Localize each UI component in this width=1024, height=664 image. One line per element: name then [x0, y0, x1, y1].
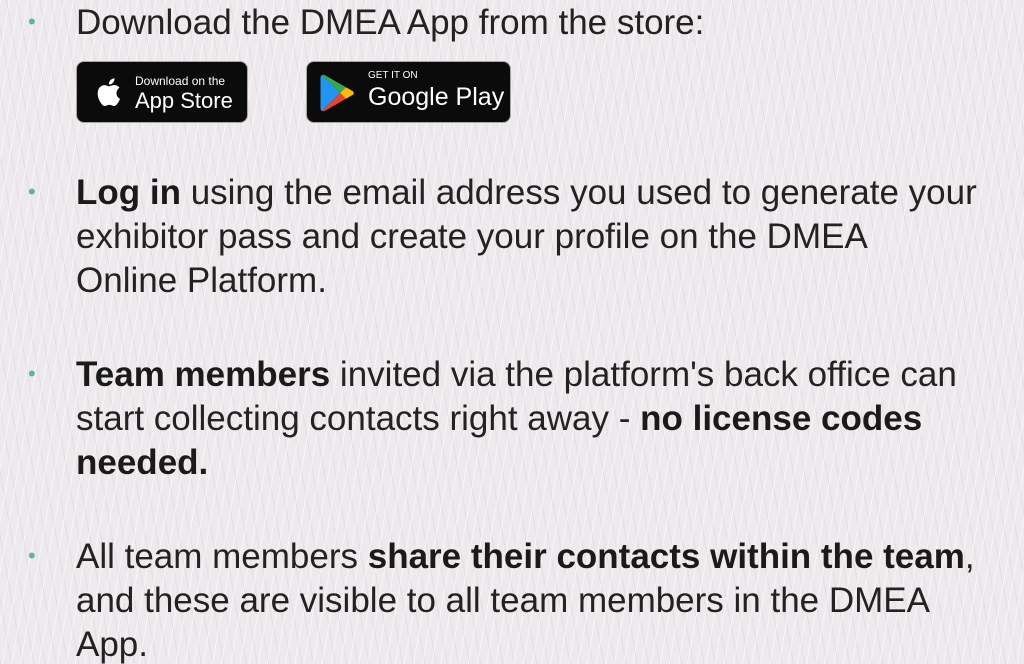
bullet-text-line-1: All team members share their contacts wi…	[76, 534, 1024, 579]
text-segment: All team members	[76, 537, 368, 576]
apple-logo-icon	[89, 72, 129, 117]
google-play-small-label: GET IT ON	[368, 70, 418, 81]
google-play-label: Google Play	[368, 83, 505, 111]
bullet-text-line-1: Team members invited via the platform's …	[76, 352, 1024, 397]
bullet-dot: •	[28, 543, 36, 568]
bold-no-license-codes: no license codes	[640, 399, 923, 438]
bold-needed: needed.	[76, 443, 209, 482]
bullet-dot: •	[28, 9, 36, 34]
bold-team-members: Team members	[76, 355, 331, 394]
text-segment: using the email address you used to gene…	[180, 173, 977, 212]
bullet-dot: •	[28, 361, 36, 386]
app-store-label: App Store	[135, 88, 233, 113]
text-segment: and these are visible to all team member…	[76, 581, 930, 620]
google-play-button[interactable]: GET IT ON Google Play	[306, 61, 511, 123]
google-play-logo-icon	[319, 73, 357, 118]
text-segment: Online Platform.	[76, 261, 327, 300]
text-segment: invited via the platform's back office c…	[330, 355, 957, 394]
bullet-text-line-2: start collecting contacts right away - n…	[76, 396, 1024, 441]
bold-share-contacts: share their contacts within the team	[367, 537, 965, 576]
text-segment: App.	[76, 625, 148, 664]
bold-log-in: Log in	[76, 173, 181, 212]
bullet-text-line-3: needed.	[76, 440, 1024, 485]
bullet-text-line-2: exhibitor pass and create your profile o…	[76, 214, 1024, 259]
bullet-text-line-3: App.	[76, 622, 1024, 664]
text-segment: exhibitor pass and create your profile o…	[76, 217, 868, 256]
bullet-text-line-1: Log in using the email address you used …	[76, 170, 1024, 215]
text-segment: start collecting contacts right away -	[76, 399, 641, 438]
app-store-button[interactable]: Download on the App Store	[76, 61, 248, 123]
bullet-text-line-3: Online Platform.	[76, 258, 1024, 303]
bullet-text-line-2: and these are visible to all team member…	[76, 578, 1024, 623]
text-segment: ,	[964, 537, 975, 576]
app-store-small-label: Download on the	[135, 74, 226, 88]
bullet-dot: •	[28, 179, 36, 204]
bullet-text: Download the DMEA App from the store:	[76, 0, 1024, 45]
download-instruction: Download the DMEA App from the store:	[76, 3, 705, 42]
